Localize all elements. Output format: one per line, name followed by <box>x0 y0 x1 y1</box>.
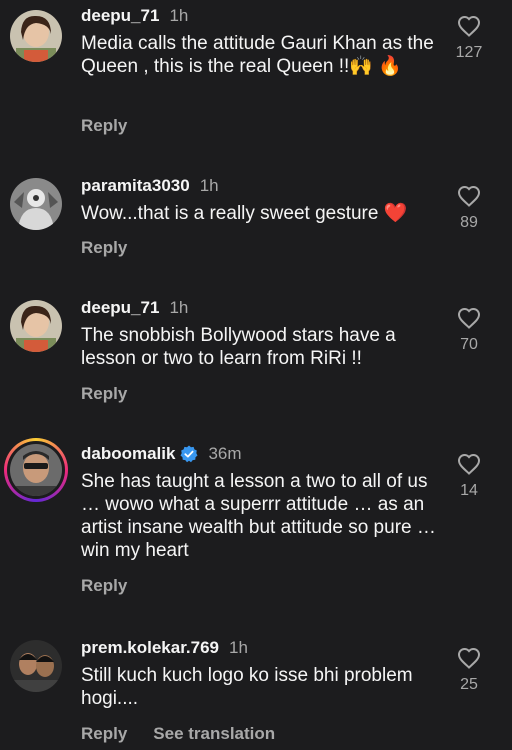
comment-item: deepu_71 1h Media calls the attitude Gau… <box>0 4 512 144</box>
comment-username[interactable]: prem.kolekar.769 <box>81 638 219 658</box>
comment-text: Wow...that is a really sweet gesture ❤️ <box>81 203 408 224</box>
comment-timestamp: 1h <box>228 638 248 657</box>
comment-timestamp: 1h <box>199 176 219 195</box>
comment-item: prem.kolekar.769 1h Still kuch kuch logo… <box>0 636 512 750</box>
reply-button[interactable]: Reply <box>81 576 127 596</box>
heart-outline-icon[interactable] <box>457 307 481 329</box>
avatar-with-story-ring[interactable] <box>4 438 68 502</box>
heart-outline-icon[interactable] <box>457 647 481 669</box>
comment-text: She has taught a lesson a two to all of … <box>81 471 436 561</box>
comment-item: deepu_71 1h The snobbish Bollywood stars… <box>0 296 512 416</box>
reply-button[interactable]: Reply <box>81 238 127 258</box>
comment-timestamp: 1h <box>169 298 189 317</box>
reply-button[interactable]: Reply <box>81 724 127 744</box>
avatar[interactable] <box>10 300 62 352</box>
comment-text: The snobbish Bollywood stars have a less… <box>81 325 396 369</box>
heart-outline-icon[interactable] <box>457 15 481 37</box>
comment-timestamp: 36m <box>208 444 242 463</box>
comment-username[interactable]: deepu_71 <box>81 6 159 26</box>
reply-button[interactable]: Reply <box>81 116 127 136</box>
like-count: 70 <box>460 336 478 353</box>
like-count: 25 <box>460 676 478 693</box>
comment-timestamp: 1h <box>169 6 189 25</box>
comment-username[interactable]: daboomalik <box>81 444 175 464</box>
like-count: 127 <box>455 44 483 61</box>
heart-outline-icon[interactable] <box>457 185 481 207</box>
comment-item: daboomalik 36m She has taught a lesson a… <box>0 438 512 602</box>
comment-item: paramita3030 1h Wow...that is a really s… <box>0 174 512 274</box>
comment-text: Still kuch kuch logo ko isse bhi problem… <box>81 665 413 709</box>
like-count: 14 <box>460 482 478 499</box>
avatar[interactable] <box>10 178 62 230</box>
reply-button[interactable]: Reply <box>81 384 127 404</box>
verified-badge-icon <box>180 445 198 463</box>
comment-username[interactable]: paramita3030 <box>81 176 190 196</box>
like-count: 89 <box>460 214 478 231</box>
see-translation-button[interactable]: See translation <box>153 724 275 744</box>
avatar[interactable] <box>10 10 62 62</box>
avatar[interactable] <box>10 640 62 692</box>
comment-username[interactable]: deepu_71 <box>81 298 159 318</box>
heart-outline-icon[interactable] <box>457 453 481 475</box>
comment-text: Media calls the attitude Gauri Khan as t… <box>81 33 434 77</box>
